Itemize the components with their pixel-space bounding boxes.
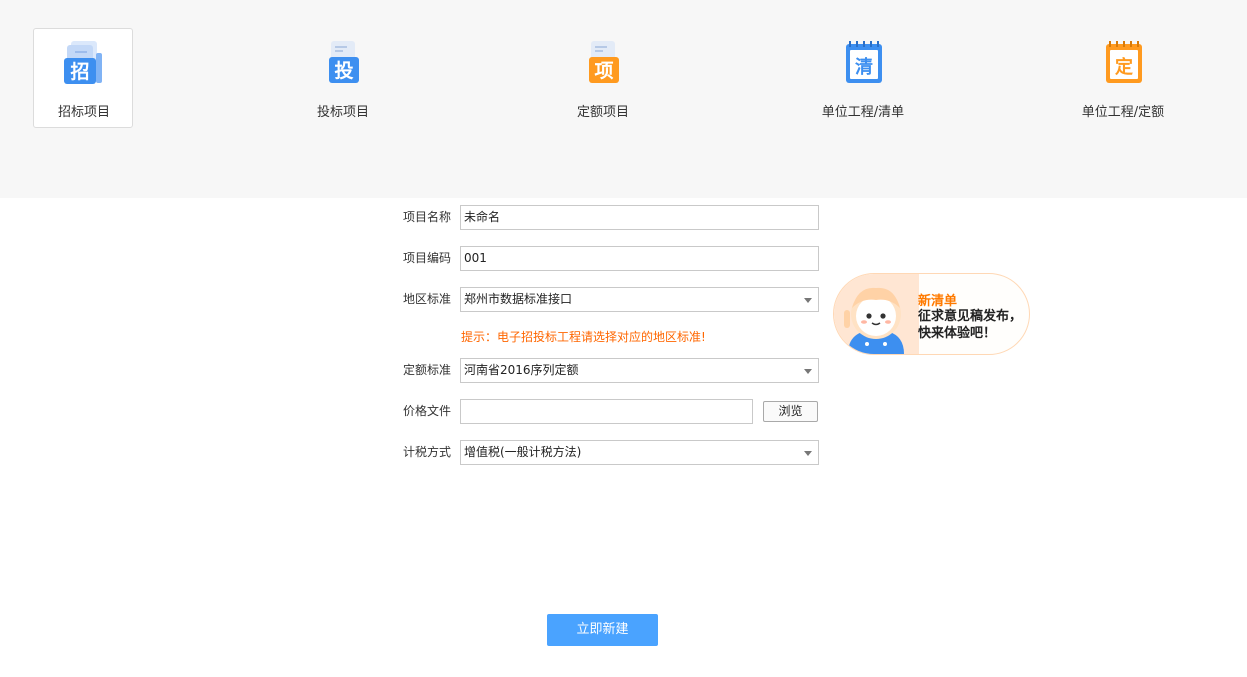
type-label-unit-quota: 单位工程/定额 [1081,105,1165,120]
svg-text:投: 投 [334,59,353,82]
svg-text:清: 清 [855,57,873,78]
chevron-down-icon [804,451,812,456]
tax-method-select[interactable]: 增值税(一般计税方法) [460,440,819,465]
type-tile-tender[interactable]: 招 招标项目 [33,28,133,128]
tender-doc-icon: 招 [64,41,102,84]
type-label-unit-bill: 单位工程/清单 [821,105,905,120]
browse-button[interactable]: 浏览 [763,401,818,422]
region-standard-label: 地区标准 [402,292,451,306]
tax-method-value: 增值税(一般计税方法) [464,445,582,459]
promo-text-line2: 快来体验吧！ [918,326,997,341]
svg-text:定: 定 [1115,56,1133,78]
project-type-bar: 招 招标项目 投 投标项目 项 定额项目 清 单位工程/清单 定 单位工程/定额 [0,0,1247,198]
price-file-input[interactable] [460,399,753,424]
promo-title: 新清单 [918,294,958,309]
unit-bill-icon: 清 [846,41,882,83]
quota-standard-label: 定额标准 [402,363,451,377]
project-name-input[interactable]: 未命名 [460,205,819,230]
mascot-icon [844,287,904,354]
svg-text:项: 项 [594,60,613,82]
type-tile-unit-quota[interactable]: 定 单位工程/定额 [1073,28,1173,128]
svg-text:招: 招 [70,60,89,83]
project-code-input[interactable]: 001 [460,246,819,271]
price-file-label: 价格文件 [402,404,451,418]
quota-doc-icon: 项 [589,41,619,83]
unit-quota-icon: 定 [1106,41,1142,83]
type-label-bid: 投标项目 [316,105,369,120]
chevron-down-icon [804,369,812,374]
region-hint-text: 提示：电子招投标工程请选择对应的地区标准! [461,330,706,344]
quota-standard-value: 河南省2016序列定额 [464,363,579,377]
quota-standard-select[interactable]: 河南省2016序列定额 [460,358,819,383]
create-now-button[interactable]: 立即新建 [547,614,658,646]
region-standard-value: 郑州市数据标准接口 [464,292,573,306]
project-name-label: 项目名称 [402,210,451,224]
project-code-label: 项目编码 [402,251,451,265]
tax-method-label: 计税方式 [402,445,451,459]
type-label-tender: 招标项目 [57,105,110,120]
region-standard-select[interactable]: 郑州市数据标准接口 [460,287,819,312]
bid-doc-icon: 投 [329,41,359,83]
promo-text: 征求意见稿发布， 快来体验吧！ [918,308,1029,342]
type-tile-bid[interactable]: 投 投标项目 [293,28,393,128]
new-bill-promo[interactable]: 新清单 征求意见稿发布， 快来体验吧！ [833,273,1030,355]
type-tile-unit-bill[interactable]: 清 单位工程/清单 [813,28,913,128]
chevron-down-icon [804,298,812,303]
type-label-quota: 定额项目 [576,105,629,120]
type-tile-quota[interactable]: 项 定额项目 [553,28,653,128]
promo-text-line1: 征求意见稿发布， [918,309,1023,324]
